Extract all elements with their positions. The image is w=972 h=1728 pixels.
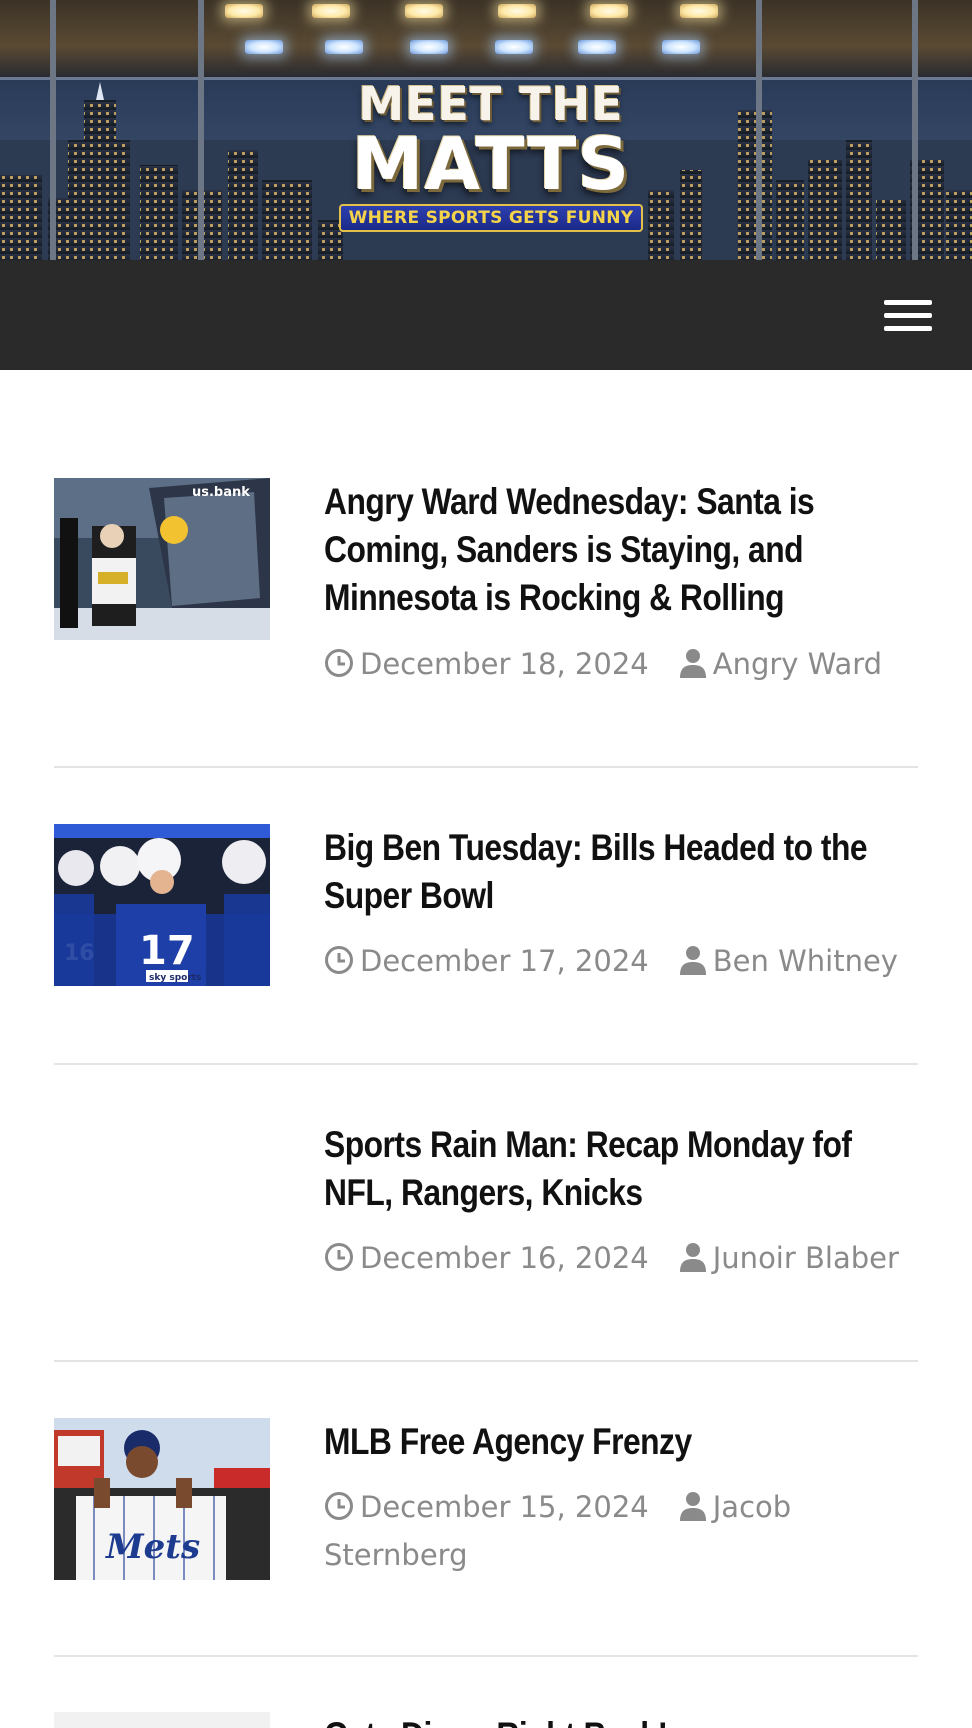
post-date-link[interactable]: December 17, 2024 — [360, 944, 649, 978]
post-title-link[interactable]: Big Ben Tuesday: Bills Headed to the Sup… — [324, 824, 926, 920]
ceiling-light — [495, 40, 533, 54]
post-date-link[interactable]: December 15, 2024 — [360, 1490, 649, 1524]
post-thumbnail[interactable]: Mets — [54, 1418, 270, 1580]
post-author-link[interactable]: Junoir Blaber — [713, 1241, 899, 1275]
post-title-link[interactable]: Gate Diary: Right Back! — [324, 1712, 918, 1728]
post-meta: December 15, 2024 Jacob Sternberg — [324, 1483, 914, 1579]
post-divider — [54, 1063, 918, 1065]
post-item: us.bank Angry Ward Wednesday: Santa is C… — [54, 478, 918, 738]
post-title-link[interactable]: MLB Free Agency Frenzy — [324, 1418, 926, 1466]
main-navbar — [0, 260, 972, 370]
post-date-link[interactable]: December 18, 2024 — [360, 647, 649, 681]
user-icon — [679, 946, 706, 975]
clock-icon — [325, 1243, 353, 1271]
post-title-link[interactable]: Sports Rain Man: Recap Monday fof NFL, R… — [324, 1121, 926, 1217]
user-icon — [679, 1492, 706, 1521]
post-thumbnail[interactable]: us.bank — [54, 478, 270, 640]
ceiling-light — [312, 4, 350, 18]
site-header-banner: MEET THE MATTS WHERE SPORTS GETS FUNNY — [0, 0, 972, 260]
clock-icon — [325, 649, 353, 677]
support-beam — [198, 0, 204, 260]
ceiling-light — [680, 4, 718, 18]
banner-ceiling — [0, 0, 972, 80]
post-divider — [54, 766, 918, 768]
post-divider — [54, 1360, 918, 1362]
svg-text:us.bank: us.bank — [192, 485, 250, 500]
post-item: 17 16 sky sports Big Ben Tuesday: Bills … — [54, 824, 918, 1024]
post-author-link[interactable]: Angry Ward — [713, 647, 882, 681]
clock-icon — [325, 946, 353, 974]
post-item: Mets MLB Free Agency Frenzy December 15,… — [54, 1418, 918, 1618]
site-logo[interactable]: MEET THE MATTS WHERE SPORTS GETS FUNNY — [335, 80, 647, 248]
ceiling-light — [405, 4, 443, 18]
post-author-link[interactable]: Ben Whitney — [713, 944, 898, 978]
post-divider — [54, 1655, 918, 1657]
ceiling-light — [325, 40, 363, 54]
svg-text:17: 17 — [139, 928, 195, 974]
post-meta: December 17, 2024 Ben Whitney — [324, 937, 914, 985]
support-beam — [50, 0, 56, 260]
user-icon — [679, 649, 706, 678]
hamburger-menu-icon[interactable] — [880, 296, 932, 336]
ceiling-light — [662, 40, 700, 54]
ceiling-light — [590, 4, 628, 18]
post-thumbnail[interactable] — [54, 1712, 270, 1728]
svg-text:Mets: Mets — [105, 1527, 200, 1567]
ceiling-light — [578, 40, 616, 54]
post-meta: December 18, 2024 Angry Ward — [324, 640, 914, 688]
logo-line-1: MEET THE — [358, 77, 624, 131]
svg-text:sky sports: sky sports — [149, 973, 201, 983]
post-item: Gate Diary: Right Back! — [54, 1712, 918, 1728]
post-item: Sports Rain Man: Recap Monday fof NFL, R… — [54, 1121, 918, 1321]
ceiling-light — [498, 4, 536, 18]
post-title-link[interactable]: Angry Ward Wednesday: Santa is Coming, S… — [324, 478, 926, 622]
ceiling-light — [410, 40, 448, 54]
clock-icon — [325, 1492, 353, 1520]
user-icon — [679, 1243, 706, 1272]
logo-line-2: MATTS — [351, 122, 631, 206]
logo-tagline: WHERE SPORTS GETS FUNNY — [338, 204, 644, 232]
post-thumbnail[interactable]: 17 16 sky sports — [54, 824, 270, 986]
ceiling-light — [225, 4, 263, 18]
ceiling-light — [245, 40, 283, 54]
support-beam — [912, 0, 918, 260]
support-beam — [756, 0, 762, 260]
post-meta: December 16, 2024 Junoir Blaber — [324, 1234, 914, 1282]
post-date-link[interactable]: December 16, 2024 — [360, 1241, 649, 1275]
